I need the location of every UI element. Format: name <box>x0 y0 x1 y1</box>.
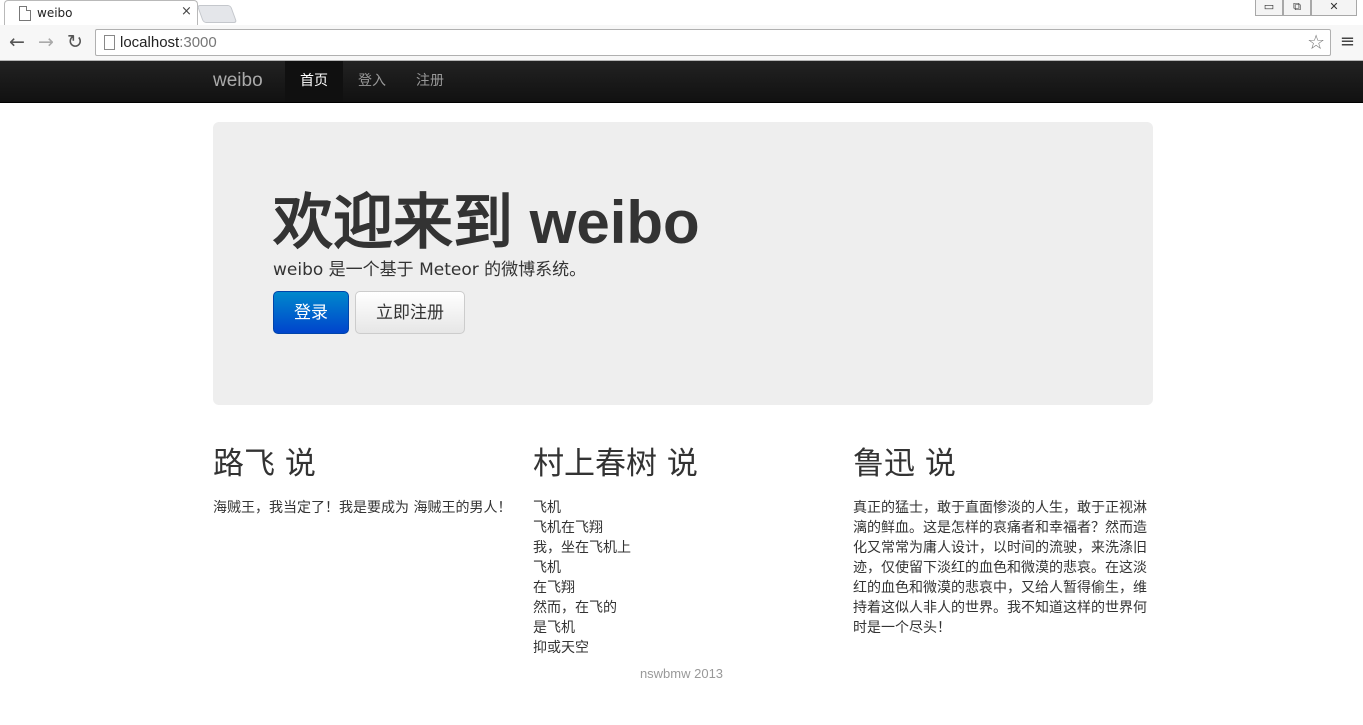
new-tab-button[interactable] <box>196 5 238 23</box>
column-body: 海贼王，我当定了！我是要成为 海贼王的男人！ <box>213 498 513 518</box>
page-favicon-icon <box>19 6 31 21</box>
column-line: 漓的鲜血。这是怎样的哀痛者和幸福者？然而造 <box>853 520 1147 536</box>
browser-toolbar: ← → ↻ localhost:3000 ☆ ≡ <box>0 25 1363 61</box>
browser-tabstrip: weibo × ▭ ⧉ ✕ <box>0 0 1363 26</box>
url-port: :3000 <box>179 34 217 51</box>
brand-link[interactable]: weibo <box>213 70 263 92</box>
column-body: 真正的猛士，敢于直面惨淡的人生，敢于正视淋 漓的鲜血。这是怎样的哀痛者和幸福者？… <box>853 498 1153 638</box>
column-line: 飞机 <box>533 560 561 576</box>
site-navbar: weibo 首页 登入 注册 <box>0 61 1363 103</box>
quote-column-murakami: 村上春树 说 飞机 飞机在飞翔 我，坐在飞机上 飞机 在飞翔 然而，在飞的 是飞… <box>533 444 833 658</box>
page-icon <box>104 35 115 50</box>
column-line: 然而，在飞的 <box>533 600 617 616</box>
nav-item-register[interactable]: 注册 <box>401 61 459 102</box>
nav-item-home[interactable]: 首页 <box>285 61 343 102</box>
hero-title: 欢迎来到 weibo <box>273 189 700 256</box>
tab-title: weibo <box>37 6 73 20</box>
back-button[interactable]: ← <box>6 30 28 54</box>
column-line: 我，坐在飞机上 <box>533 540 631 556</box>
column-line: 抑或天空 <box>533 640 589 656</box>
column-line: 真正的猛士，敢于直面惨淡的人生，敢于正视淋 <box>853 500 1147 516</box>
column-line: 飞机 <box>533 500 561 516</box>
restore-button[interactable]: ⧉ <box>1283 0 1311 16</box>
column-heading: 鲁迅 说 <box>853 446 956 482</box>
close-window-button[interactable]: ✕ <box>1311 0 1357 16</box>
column-line: 红的血色和微漠的悲哀中，又给人暂得偷生，维 <box>853 580 1147 596</box>
hero-unit: 欢迎来到 weibo weibo 是一个基于 Meteor 的微博系统。 登录 … <box>213 122 1153 405</box>
login-button[interactable]: 登录 <box>273 291 349 334</box>
browser-tab[interactable]: weibo × <box>4 0 198 26</box>
tab-close-icon[interactable]: × <box>181 4 192 19</box>
column-line: 持着这似人非人的世界。我不知道这样的世界何 <box>853 600 1147 616</box>
minimize-button[interactable]: ▭ <box>1255 0 1283 16</box>
column-line: 时是一个尽头！ <box>853 620 951 636</box>
hero-subtitle: weibo 是一个基于 Meteor 的微博系统。 <box>273 260 587 280</box>
column-heading: 村上春树 说 <box>533 446 698 482</box>
quote-column-luffy: 路飞 说 海贼王，我当定了！我是要成为 海贼王的男人！ <box>213 444 513 518</box>
quote-column-luxun: 鲁迅 说 真正的猛士，敢于直面惨淡的人生，敢于正视淋 漓的鲜血。这是怎样的哀痛者… <box>853 444 1153 638</box>
window-controls: ▭ ⧉ ✕ <box>1255 0 1357 17</box>
address-bar[interactable]: localhost:3000 ☆ <box>95 29 1331 56</box>
column-heading: 路飞 说 <box>213 446 316 482</box>
url-host: localhost <box>120 34 180 51</box>
column-line: 在飞翔 <box>533 580 575 596</box>
column-line: 海贼王，我当定了！我是要成为 海贼王的男人！ <box>213 500 512 516</box>
footer-text: nswbmw 2013 <box>639 666 724 681</box>
column-line: 化又常常为庸人设计，以时间的流驶，来洗涤旧 <box>853 540 1147 556</box>
column-body: 飞机 飞机在飞翔 我，坐在飞机上 飞机 在飞翔 然而，在飞的 是飞机 抑或天空 <box>533 498 833 658</box>
column-line: 迹，仅使留下淡红的血色和微漠的悲哀。在这淡 <box>853 560 1147 576</box>
register-button[interactable]: 立即注册 <box>355 291 465 334</box>
column-line: 飞机在飞翔 <box>533 520 603 536</box>
column-line: 是飞机 <box>533 620 575 636</box>
nav-item-login[interactable]: 登入 <box>343 61 401 102</box>
browser-menu-icon[interactable]: ≡ <box>1340 31 1355 52</box>
url-text[interactable]: localhost:3000 <box>120 34 217 51</box>
bookmark-star-icon[interactable]: ☆ <box>1307 30 1325 54</box>
reload-button[interactable]: ↻ <box>64 30 86 54</box>
forward-button[interactable]: → <box>35 30 57 54</box>
